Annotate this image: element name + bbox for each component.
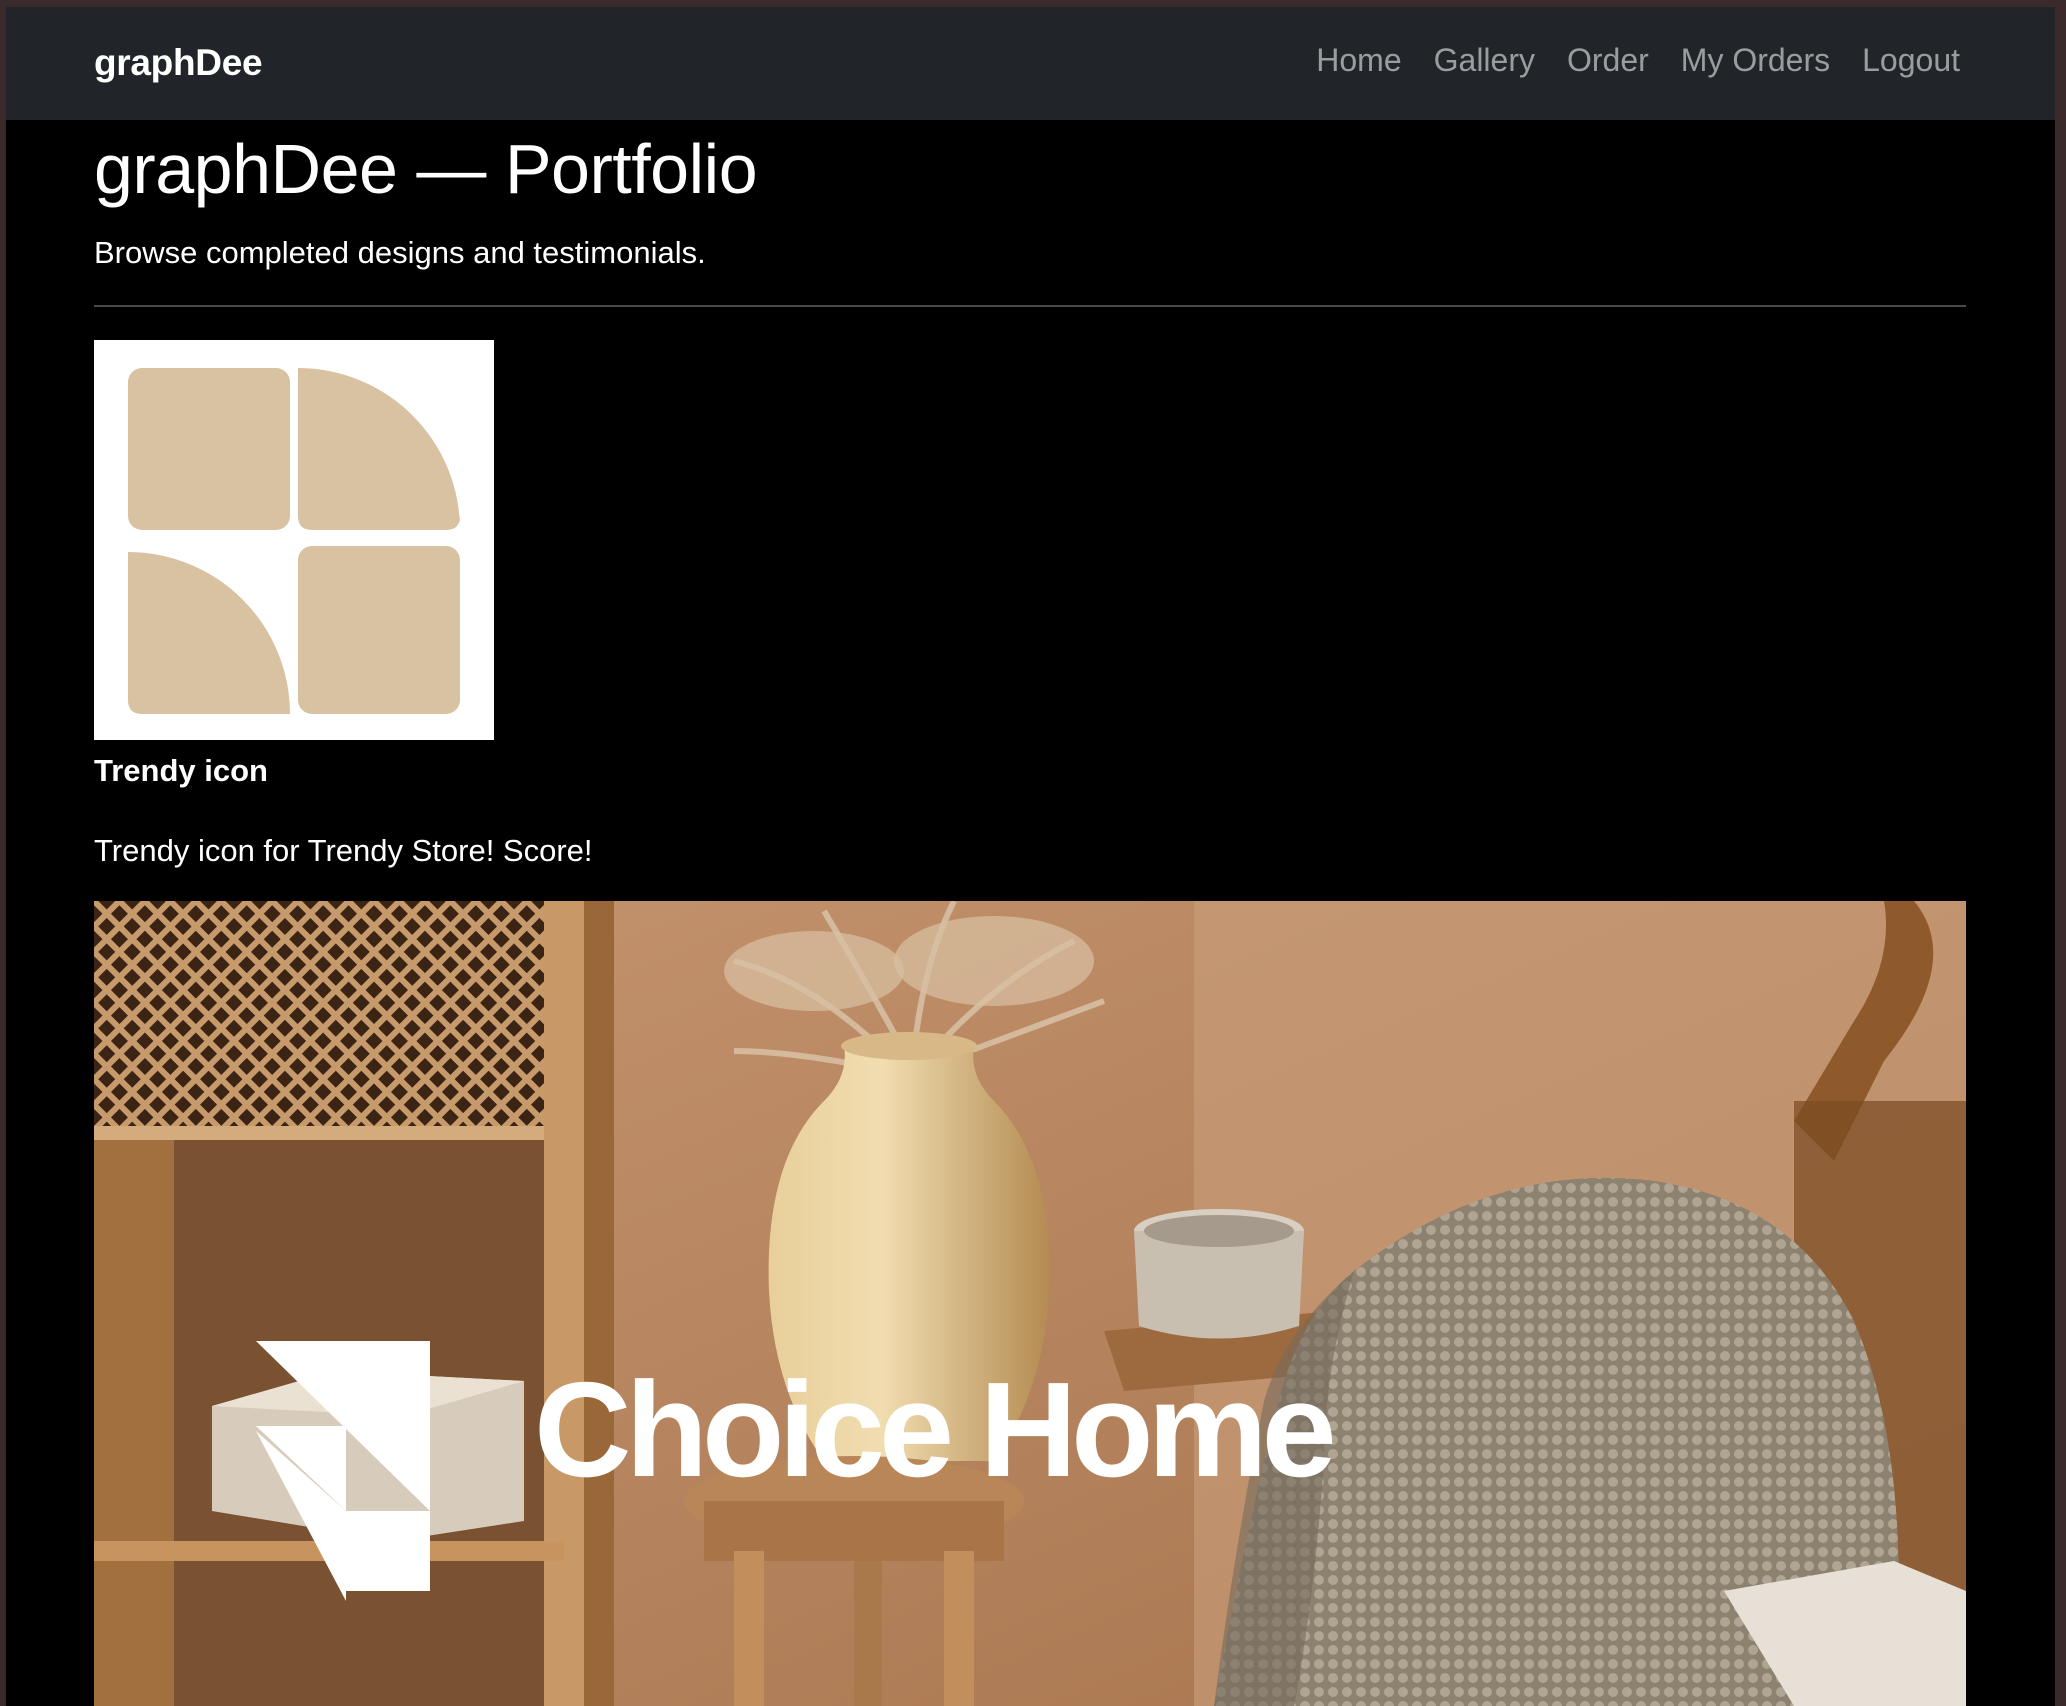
nav-link-order[interactable]: Order xyxy=(1567,42,1649,79)
nav-links: Home Gallery Order My Orders Logout xyxy=(1316,42,1960,79)
nav-link-home[interactable]: Home xyxy=(1316,42,1401,79)
top-navbar: graphDee Home Gallery Order My Orders Lo… xyxy=(6,7,2055,120)
nav-link-logout[interactable]: Logout xyxy=(1862,42,1960,79)
choice-home-text: Choice Home xyxy=(534,1354,1333,1505)
trendy-store-logo-icon xyxy=(128,368,460,714)
browser-viewport: graphDee Home Gallery Order My Orders Lo… xyxy=(6,7,2055,1706)
portfolio-item-image[interactable] xyxy=(94,340,494,740)
section-divider xyxy=(94,305,1966,307)
nav-link-gallery[interactable]: Gallery xyxy=(1434,42,1535,79)
portfolio-item-image[interactable]: Choice Home xyxy=(94,901,1966,1706)
choice-home-photo: Choice Home xyxy=(94,901,1966,1706)
page-subtitle: Browse completed designs and testimonial… xyxy=(94,235,706,270)
portfolio-item-description: Trendy icon for Trendy Store! Score! xyxy=(94,833,593,868)
nav-link-my-orders[interactable]: My Orders xyxy=(1681,42,1830,79)
portfolio-item-title: Trendy icon xyxy=(94,753,268,788)
brand-link[interactable]: graphDee xyxy=(94,42,263,84)
page-title: graphDee — Portfolio xyxy=(94,130,758,208)
